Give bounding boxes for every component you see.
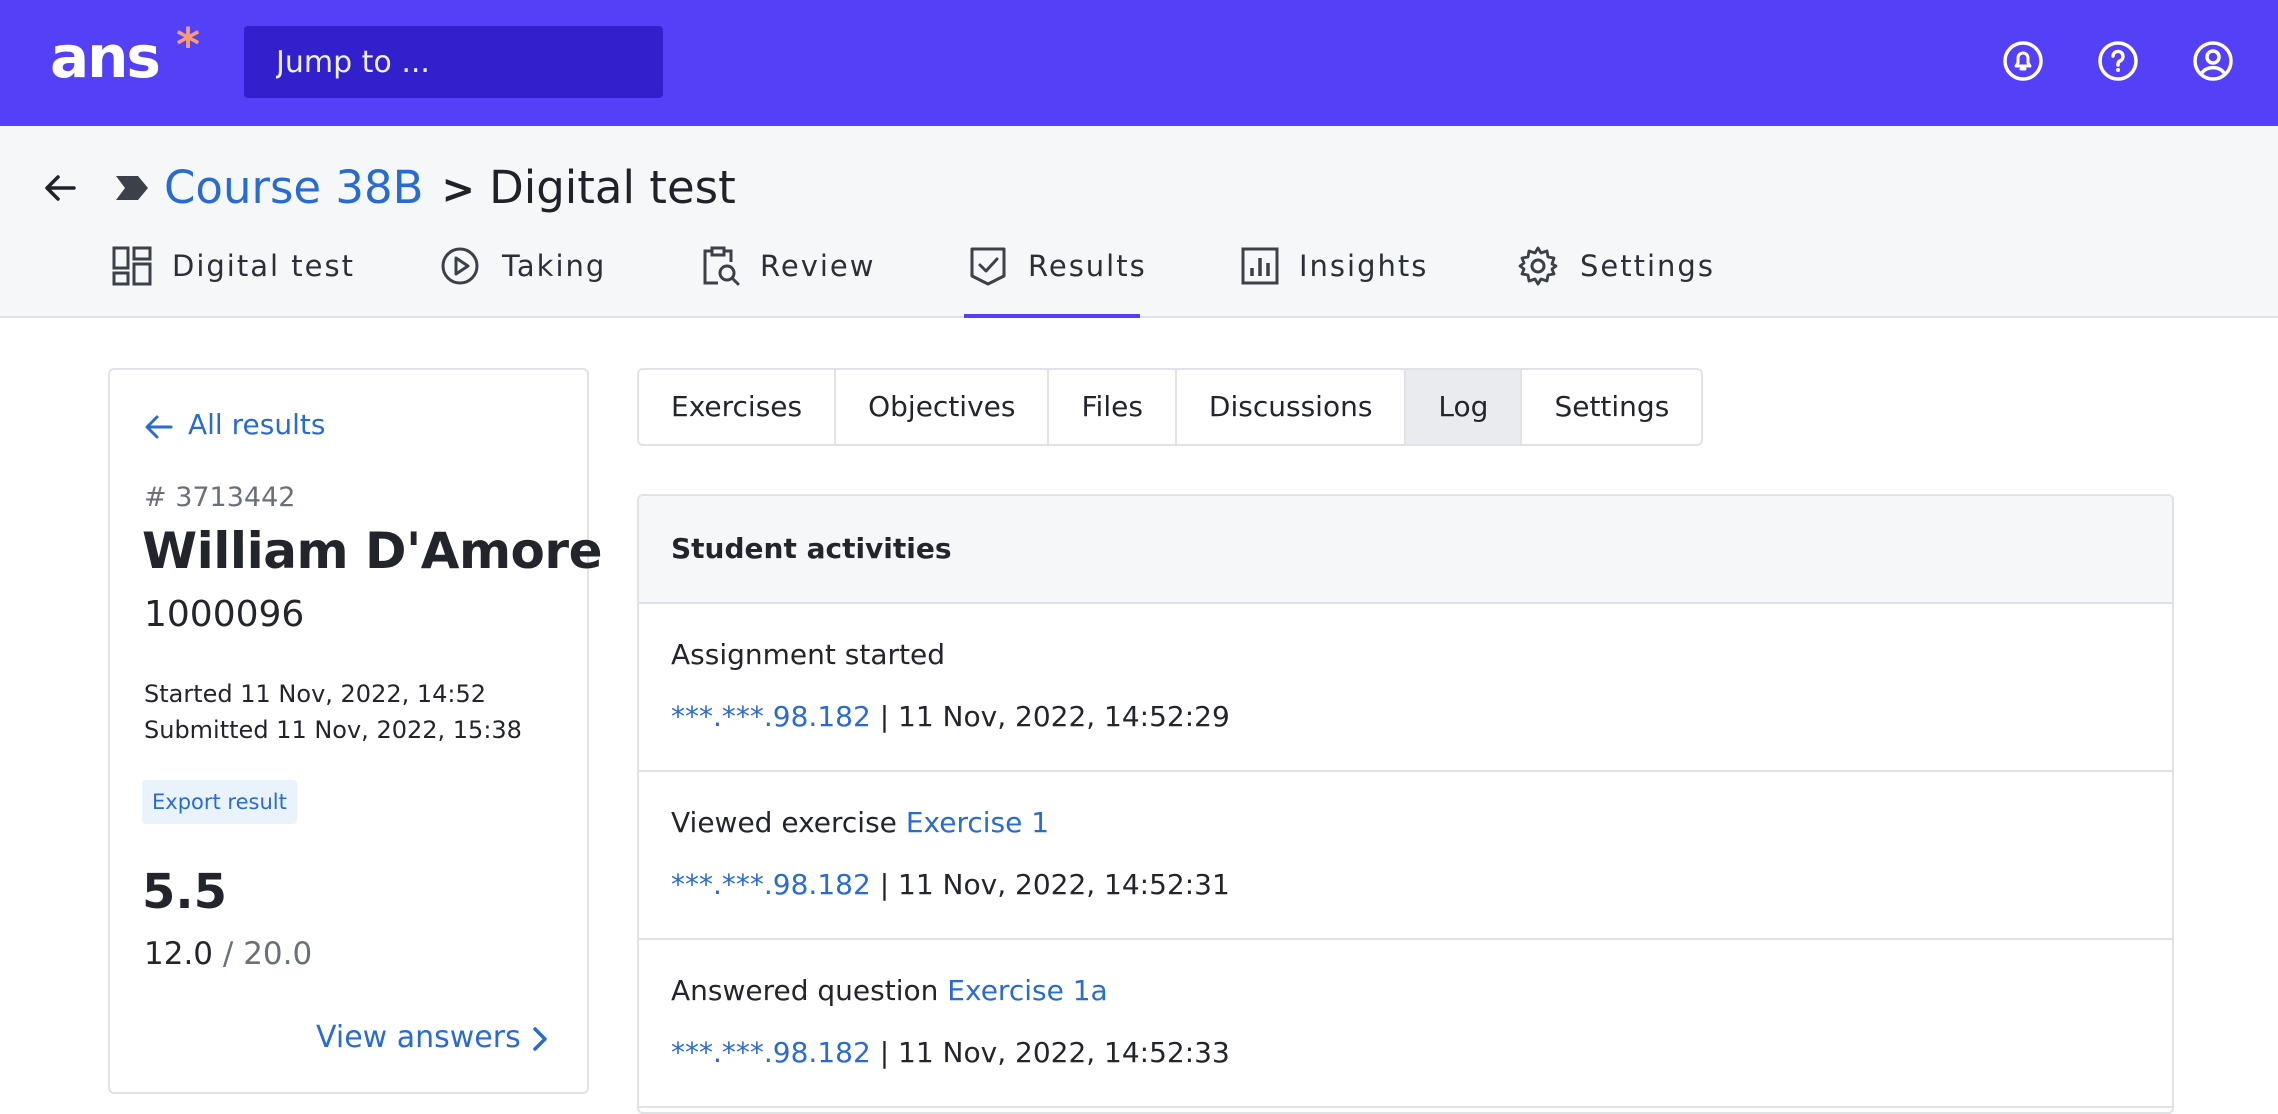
grade-score: 5.5 [142,864,228,920]
dashboard-icon [112,246,152,286]
subtab-discussions[interactable]: Discussions [1177,370,1407,444]
arrow-left-icon [145,415,173,439]
tab-digital-test[interactable]: Digital test [112,246,353,318]
export-result-button[interactable]: Export result [142,780,297,824]
page-title: Digital test [489,161,736,214]
clipboard-search-icon [703,246,740,286]
help-icon[interactable] [2097,40,2139,82]
all-results-label: All results [188,408,326,441]
subtab-files[interactable]: Files [1049,370,1177,444]
ip-address-link[interactable]: ***.***.98.182 [671,868,871,901]
submitted-time: Submitted 11 Nov, 2022, 15:38 [144,716,522,744]
tab-insights[interactable]: Insights [1240,246,1426,318]
breadcrumb-course-link[interactable]: Course 38B [164,161,424,214]
exercise-link[interactable]: Exercise 1a [947,974,1107,1007]
top-bar: ans * [0,0,2278,126]
points-max: / 20.0 [222,936,313,972]
student-number: 1000096 [144,594,305,635]
activity-text: Assignment started [671,638,945,671]
chevron-right-icon [532,1026,547,1051]
tab-label: Taking [502,249,607,283]
list-item: Answered question Exercise 1a ***.***.98… [639,940,2172,1108]
activity-meta: ***.***.98.182 | 11 Nov, 2022, 14:52:29 [671,700,1230,733]
activity-text: Viewed exercise [671,806,897,839]
activity-title: Answered question Exercise 1a [671,974,1108,1007]
list-item: Viewed exercise Exercise 1 ***.***.98.18… [639,772,2172,940]
tab-label: Insights [1299,249,1429,283]
student-activities-panel: Student activities Assignment started **… [637,494,2174,1114]
activity-meta: ***.***.98.182 | 11 Nov, 2022, 14:52:33 [671,1036,1230,1069]
view-answers-link[interactable]: View answers [316,1020,549,1055]
back-arrow-icon[interactable] [42,170,78,206]
activity-meta: ***.***.98.182 | 11 Nov, 2022, 14:52:31 [671,868,1230,901]
jump-to-input[interactable] [244,26,663,98]
logo-star: * [176,18,201,72]
tab-label: Results [1028,249,1147,283]
subtab-settings[interactable]: Settings [1522,370,1701,444]
activity-time: | 11 Nov, 2022, 14:52:29 [879,700,1230,733]
shield-check-icon [970,247,1006,286]
tab-settings[interactable]: Settings [1518,246,1713,318]
student-name: William D'Amore [142,522,602,580]
result-id: # 3713442 [144,482,296,513]
breadcrumb-separator: > [441,167,476,213]
logo[interactable]: ans [50,22,161,92]
result-sub-tabs: Exercises Objectives Files Discussions L… [637,368,1704,446]
list-item: Assignment started ***.***.98.182 | 11 N… [639,604,2172,772]
subtab-log[interactable]: Log [1406,370,1523,444]
points: 12.0 / 20.0 [144,936,312,972]
panel-heading: Student activities [639,496,2172,604]
result-card: All results # 3713442 William D'Amore 10… [108,368,602,1094]
play-circle-icon [441,247,479,285]
view-answers-label: View answers [316,1020,521,1055]
tab-label: Digital test [172,249,355,283]
started-time: Started 11 Nov, 2022, 14:52 [144,680,487,708]
tab-label: Review [760,249,876,283]
subtab-exercises[interactable]: Exercises [639,370,837,444]
exercise-link[interactable]: Exercise 1 [906,806,1049,839]
ip-address-link[interactable]: ***.***.98.182 [671,700,871,733]
activity-title: Viewed exercise Exercise 1 [671,806,1049,839]
tab-review[interactable]: Review [700,246,873,318]
activity-time: | 11 Nov, 2022, 14:52:33 [879,1036,1230,1069]
breadcrumb: Course 38B > Digital test [164,158,736,220]
ip-address-link[interactable]: ***.***.98.182 [671,1036,871,1069]
activity-time: | 11 Nov, 2022, 14:52:31 [879,868,1230,901]
activity-title: Assignment started [671,638,945,671]
breadcrumb-marker-icon [116,176,148,200]
page-header: Course 38B > Digital test Digital test Tak… [0,126,2278,318]
account-icon[interactable] [2192,40,2234,82]
subtab-objectives[interactable]: Objectives [836,370,1050,444]
tab-results[interactable]: Results [964,246,1145,318]
activity-text: Answered question [671,974,939,1007]
tab-label: Settings [1580,249,1715,283]
bar-chart-icon [1241,247,1279,285]
points-earned: 12.0 [144,936,214,972]
gear-icon [1518,246,1558,286]
bell-icon[interactable] [2002,40,2044,82]
tab-taking[interactable]: Taking [440,246,604,318]
